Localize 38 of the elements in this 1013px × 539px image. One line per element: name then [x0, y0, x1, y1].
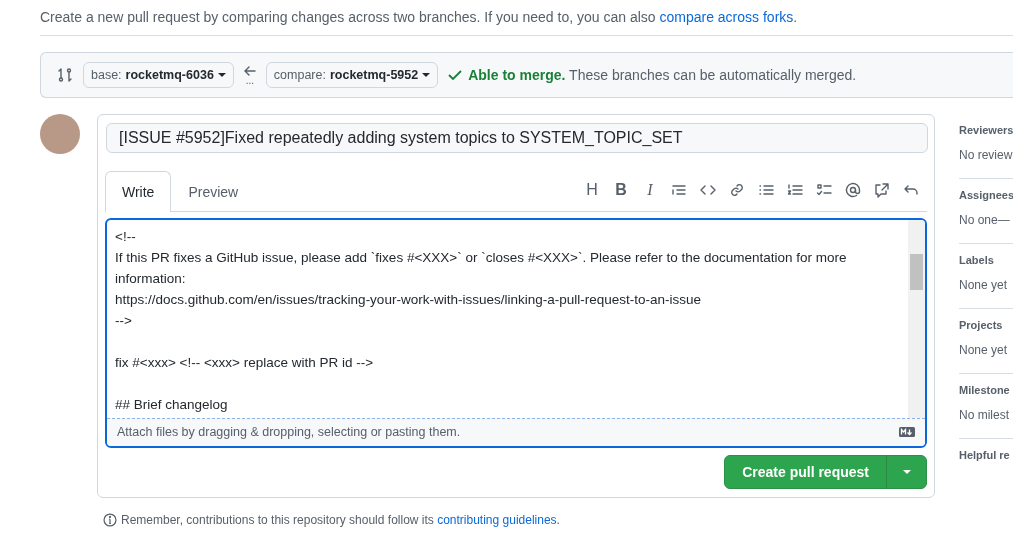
- mention-icon[interactable]: [845, 181, 861, 198]
- sidebar-heading[interactable]: Reviewers: [959, 124, 1013, 136]
- intro-text: Create a new pull request by comparing changes across two branches. If you need to, you can also compare across forks.: [40, 0, 1013, 36]
- title-field[interactable]: [ISSUE #5952]Fixed repeatedly adding system topics to SYSTEM_TOPIC_SET: [106, 123, 928, 153]
- sidebar-heading[interactable]: Assignees: [959, 189, 1013, 201]
- attach-hint: Attach files by dragging & dropping, selecting or pasting them.: [117, 425, 461, 440]
- compare-branch-dropdown[interactable]: compare: rocketmq-5952: [265, 62, 439, 88]
- heading-button[interactable]: H: [584, 180, 600, 199]
- sidebar-value: None yet: [959, 343, 1009, 357]
- sidebar-heading[interactable]: Helpful re: [959, 449, 1013, 461]
- italic-button[interactable]: I: [642, 180, 658, 199]
- merge-status-text: Able to merge. These branches can be automatically merged.: [468, 67, 857, 83]
- sidebar-value: No milest: [959, 408, 1010, 422]
- base-branch-dropdown[interactable]: base: rocketmq-6036: [83, 62, 234, 88]
- check-icon: [448, 69, 463, 81]
- bold-button[interactable]: B: [613, 180, 629, 199]
- ellipsis-text: ...: [245, 77, 254, 85]
- task-list-icon[interactable]: [816, 181, 832, 198]
- reference-icon[interactable]: [874, 181, 890, 198]
- compare-icon: [57, 67, 73, 83]
- sidebar-value: No one—: [959, 213, 1011, 227]
- contributing-note: Remember, contributions to this repository should follow its contributing guidelines.: [121, 513, 560, 527]
- markdown-icon: [899, 427, 915, 438]
- link-icon[interactable]: [729, 181, 745, 198]
- editor-tab[interactable]: Write: [105, 170, 172, 212]
- info-icon: [103, 513, 117, 527]
- comment-field[interactable]: <!-- If this PR fixes a GitHub issue, please add `fixes #<XXX>` or `closes #<XXX>`. Please refer to the documentation for more information: https://docs.github.com/en/issues/tracking-your-work-with-issues/linking-a-pull-request-to-an-issue --> fix #<xxx> <!-- <xxx> replace with PR id --> ## Brief changelog: [107, 219, 908, 418]
- numbered-list-icon[interactable]: [787, 181, 803, 198]
- sidebar-heading[interactable]: Milestone: [959, 384, 1013, 396]
- scrollbar[interactable]: [908, 219, 925, 418]
- avatar: [40, 114, 80, 154]
- sidebar-value: No review: [959, 148, 1013, 162]
- sidebar-heading[interactable]: Labels: [959, 254, 1013, 266]
- sidebar-value: None yet: [959, 278, 1009, 292]
- sidebar-heading[interactable]: Projects: [959, 319, 1013, 331]
- left-arrow-icon: [243, 65, 256, 77]
- editor-tab[interactable]: Preview: [171, 171, 256, 212]
- contributing-guidelines-link[interactable]: contributing guidelines: [437, 513, 557, 527]
